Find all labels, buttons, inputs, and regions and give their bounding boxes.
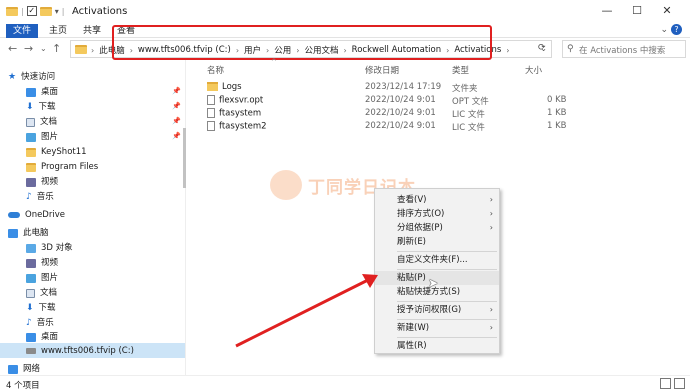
item-count: 4 个项目 — [6, 381, 40, 391]
large-icons-view-icon[interactable] — [674, 378, 685, 389]
details-view-icon[interactable] — [660, 378, 671, 389]
explorer-window: | ✓ ▾ | Activations — ☐ ✕ 文件 主页 共享 查看 ⌄ … — [0, 0, 690, 391]
status-bar: 4 个项目 — [0, 375, 690, 391]
annotation-arrow — [235, 274, 378, 348]
mouse-cursor-icon: ➤ — [428, 276, 439, 290]
annotation-arrow-line — [235, 278, 369, 348]
